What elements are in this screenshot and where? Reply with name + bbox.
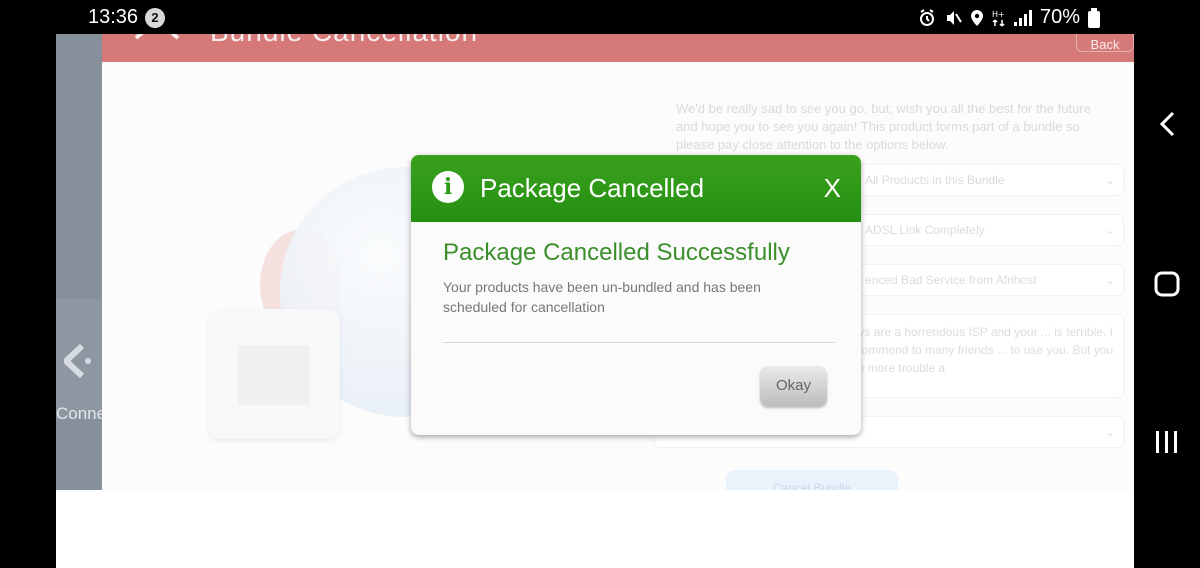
dialog-header: i Package Cancelled X xyxy=(411,155,861,222)
android-nav-bar xyxy=(1134,34,1200,568)
dialog-divider xyxy=(443,342,835,343)
okay-button[interactable]: Okay xyxy=(760,366,827,406)
status-icons: H+ 70% xyxy=(918,6,1100,29)
nav-home-button[interactable] xyxy=(1134,254,1200,314)
left-letterbox xyxy=(0,34,56,568)
dialog-body: Package Cancelled Successfully Your prod… xyxy=(443,239,833,317)
data-arrows-icon: H+ xyxy=(992,8,1006,28)
status-bar: 13:36 2 H+ 70% xyxy=(0,0,1200,34)
battery-percent: 70% xyxy=(1039,6,1080,28)
mute-icon xyxy=(944,8,962,28)
info-icon: i xyxy=(432,171,464,203)
close-button[interactable]: X xyxy=(824,173,841,204)
notification-badge: 2 xyxy=(145,8,165,28)
dialog-title: Package Cancelled xyxy=(480,173,705,203)
nav-back-button[interactable] xyxy=(1134,94,1200,154)
signal-icon xyxy=(1013,8,1032,28)
svg-text:H+: H+ xyxy=(992,10,1005,19)
battery-icon xyxy=(1088,7,1100,28)
app-window: Conne Bundle Cancellation Back We'd be r… xyxy=(56,34,1134,568)
dialog-message: Your products have been un-bundled and h… xyxy=(443,279,761,315)
alarm-icon xyxy=(918,8,936,28)
location-icon xyxy=(970,8,984,28)
package-cancelled-dialog: i Package Cancelled X Package Cancelled … xyxy=(411,155,861,435)
nav-recents-button[interactable] xyxy=(1134,412,1200,472)
home-square-icon xyxy=(1154,271,1180,297)
dialog-heading: Package Cancelled Successfully xyxy=(443,239,790,266)
recents-bars-icon xyxy=(1156,431,1177,453)
status-time: 13:36 xyxy=(88,6,139,28)
back-chevron-icon xyxy=(1159,111,1175,137)
